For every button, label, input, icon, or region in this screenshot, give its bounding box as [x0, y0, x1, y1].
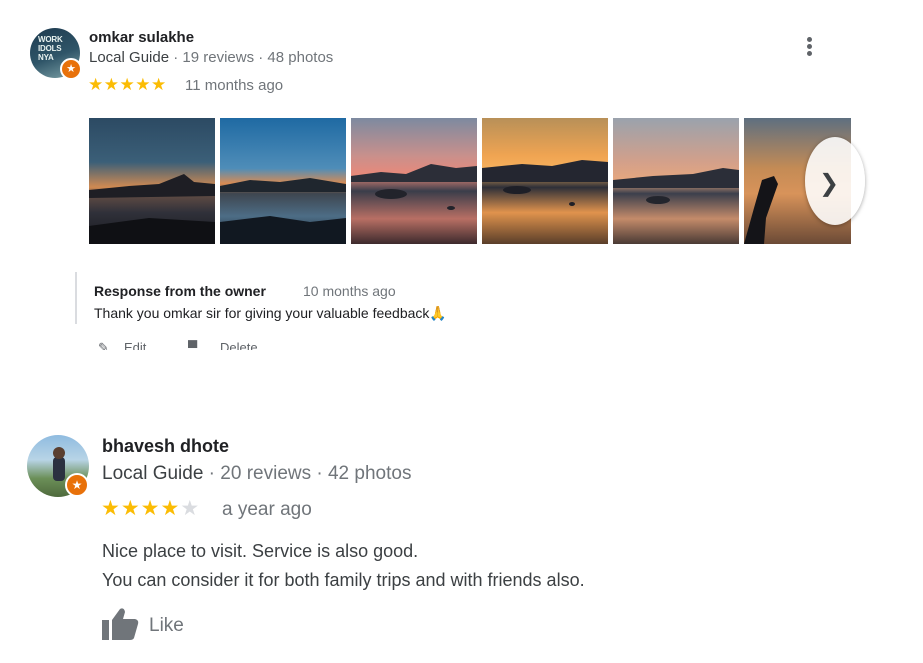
like-button[interactable]: Like [101, 607, 201, 643]
pencil-icon[interactable]: ✎ [98, 340, 109, 350]
review-text-line: Nice place to visit. Service is also goo… [102, 541, 419, 561]
chevron-right-icon: ❯ [819, 169, 840, 197]
review-photo[interactable] [220, 118, 346, 244]
owner-response-time: 10 months ago [303, 283, 396, 299]
more-vert-icon [807, 37, 812, 42]
trash-icon[interactable]: ▀ [188, 340, 197, 350]
owner-response-text: Thank you omkar sir for giving your valu… [94, 305, 447, 321]
review-text: Nice place to visit. Service is also goo… [102, 537, 585, 595]
review-photo[interactable] [351, 118, 477, 244]
delete-button[interactable]: Delete [220, 340, 258, 350]
star-rating: ★★★★★ [101, 496, 200, 521]
thumb-up-icon [102, 608, 139, 640]
review-time: 11 months ago [185, 77, 284, 94]
reviewer-stats: · 20 reviews · 42 photos [203, 463, 412, 484]
like-label: Like [149, 615, 184, 636]
reviewer-name[interactable]: bhavesh dhote [102, 436, 229, 457]
owner-response-heading: Response from the owner [94, 283, 266, 299]
local-guide-star-icon: ★ [60, 58, 82, 80]
review-photos [89, 118, 851, 244]
local-guide-label: Local Guide [89, 49, 170, 66]
edit-button[interactable]: Edit [124, 340, 146, 350]
review-text-line: You can consider it for both family trip… [102, 570, 585, 590]
reviewer-meta: Local Guide · 20 reviews · 42 photos [102, 463, 411, 485]
reviewer-name[interactable]: omkar sulakhe [89, 29, 194, 46]
reviewer-avatar[interactable]: WORK IDOLS NYA ★ [30, 28, 82, 80]
reviewer-stats: · 19 reviews · 48 photos [169, 49, 334, 66]
response-actions: ✎ Edit ▀ Delete [90, 336, 310, 350]
reviewer-avatar[interactable]: ★ [27, 435, 89, 497]
reviewer-meta: Local Guide · 19 reviews · 48 photos [89, 49, 333, 66]
more-options-button[interactable] [798, 34, 822, 60]
review-photo[interactable] [482, 118, 608, 244]
star-rating: ★★★★★ [88, 75, 167, 94]
review-photo[interactable] [613, 118, 739, 244]
local-guide-star-icon: ★ [65, 473, 89, 497]
next-photo-button[interactable]: ❯ [805, 137, 865, 225]
review-time: a year ago [222, 499, 312, 520]
star-rating-empty: ★ [180, 497, 201, 520]
review-photo[interactable] [89, 118, 215, 244]
star-rating-filled: ★★★★ [101, 497, 181, 520]
local-guide-label: Local Guide [102, 463, 204, 484]
